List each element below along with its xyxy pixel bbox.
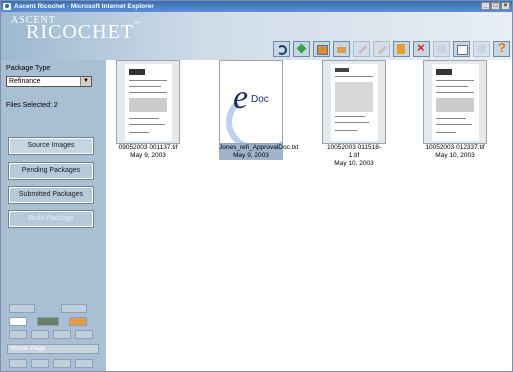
minimize-button[interactable]: _ (481, 2, 490, 10)
close-button[interactable]: × (501, 2, 510, 10)
toolbar: × ? (273, 41, 510, 57)
organize-icon[interactable] (313, 41, 330, 57)
next-doc-button[interactable] (61, 304, 87, 313)
sidebar: Package Type Refinance ▼ Files Selected:… (1, 60, 106, 371)
thumbnail-date: May 10, 2003 (334, 160, 374, 167)
document-preview[interactable] (322, 60, 386, 144)
thumbnail-filename: 10052003 011518-1.tif (326, 144, 382, 159)
source-images-button[interactable]: Source Images (8, 137, 94, 155)
package-type-label: Package Type (6, 65, 51, 72)
refresh-icon[interactable] (273, 41, 290, 57)
print-icon[interactable] (433, 41, 450, 57)
title-bar: Ascent Ricochet - Microsoft Internet Exp… (1, 1, 512, 12)
rotate-right-button[interactable] (31, 359, 49, 368)
thumbnail-date: May 9, 2003 (130, 152, 166, 159)
submitted-packages-button[interactable]: Submitted Packages (8, 186, 94, 204)
thumbnail-item[interactable]: e Doc Jones_refi_ApprovalDoc.txt May 9, … (219, 60, 299, 160)
zoom-tool-icon[interactable] (69, 317, 87, 326)
prev-page-button[interactable] (31, 330, 49, 339)
thumbnail-item[interactable]: 09052003 001137.tif May 9, 2003 (116, 60, 180, 160)
browser-window: Ascent Ricochet - Microsoft Internet Exp… (0, 0, 513, 372)
erase-icon[interactable] (353, 41, 370, 57)
thumbnail-item[interactable]: 10052003 012337.tif May 10, 2003 (423, 60, 487, 160)
pending-packages-button[interactable]: Pending Packages (8, 162, 94, 180)
package-type-select[interactable]: Refinance ▼ (6, 76, 92, 87)
thumbnail-filename: 09052003 001137.tif (118, 144, 178, 151)
rotate-left-button[interactable] (9, 359, 27, 368)
edoc-logo: e (233, 79, 249, 116)
notes-icon[interactable] (393, 41, 410, 57)
files-selected-count: Files Selected: 2 (6, 102, 58, 109)
thumbnail-filename: Jones_refi_ApprovalDoc.txt (219, 144, 299, 152)
checklist-icon[interactable] (453, 41, 470, 57)
ie-icon (3, 3, 11, 10)
thumbnail-date: May 9, 2003 (219, 152, 283, 160)
thumbnail-filename: 10052003 012337.tif (425, 144, 485, 151)
document-preview[interactable] (116, 60, 180, 144)
thumbnail-date: May 10, 2003 (435, 152, 475, 159)
image-grid: 09052003 001137.tif May 9, 2003 e Doc Jo… (106, 60, 512, 371)
logo-text: RICOCHET (26, 21, 134, 43)
last-page-button[interactable] (75, 330, 93, 339)
thumbnail-view-icon[interactable] (37, 317, 59, 326)
chevron-down-icon[interactable]: ▼ (80, 77, 91, 86)
folder-icon[interactable] (333, 41, 350, 57)
zoom-in-button[interactable] (75, 359, 93, 368)
zoom-select[interactable]: Whole Page (7, 344, 99, 354)
page-view-icon[interactable] (9, 317, 27, 326)
edoc-logo-text: Doc (251, 94, 269, 105)
next-page-button[interactable] (53, 330, 71, 339)
prev-doc-button[interactable] (9, 304, 35, 313)
package-type-value: Refinance (9, 78, 41, 85)
first-page-button[interactable] (9, 330, 27, 339)
delete-icon[interactable]: × (413, 41, 430, 57)
document-preview[interactable] (423, 60, 487, 144)
send-icon[interactable] (373, 41, 390, 57)
maximize-button[interactable]: □ (491, 2, 500, 10)
forward-icon[interactable] (293, 41, 310, 57)
help-icon[interactable]: ? (493, 41, 510, 57)
zoom-out-button[interactable] (53, 359, 71, 368)
app-header: ASCENT RICOCHET™ × ? (1, 12, 512, 60)
window-title: Ascent Ricochet - Microsoft Internet Exp… (14, 3, 154, 10)
thumbnail-item[interactable]: 10052003 011518-1.tif May 10, 2003 (322, 60, 386, 168)
build-package-button[interactable]: Build Package (8, 210, 94, 228)
edoc-preview[interactable]: e Doc (219, 60, 283, 144)
edit-icon[interactable] (473, 41, 490, 57)
trademark: ™ (134, 21, 141, 27)
logo-ricochet: RICOCHET™ (26, 21, 141, 44)
